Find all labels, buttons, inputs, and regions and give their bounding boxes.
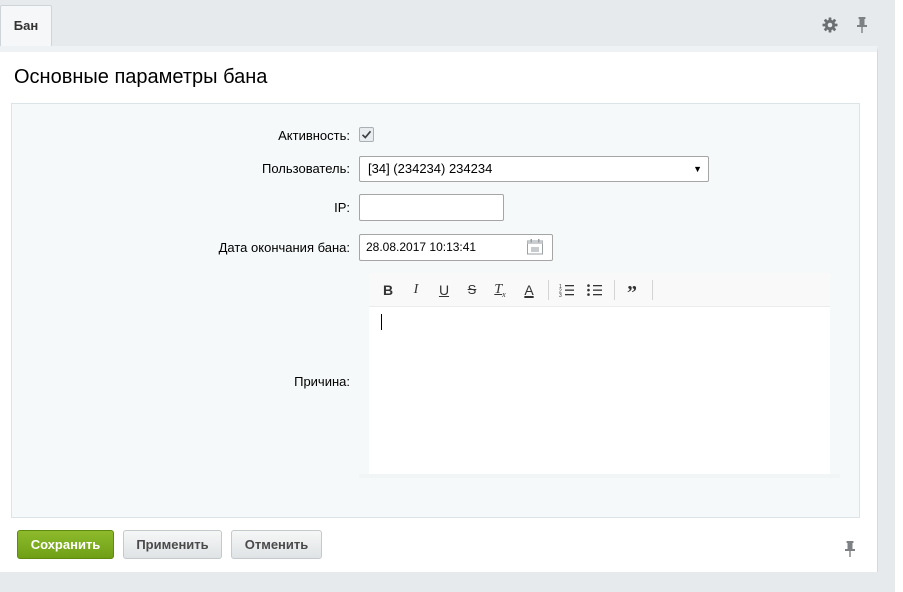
toolbar-separator <box>548 280 549 300</box>
ban-end-date-input[interactable]: 28.08.2017 10:13:41 <box>359 234 553 261</box>
underline-button[interactable]: U <box>433 279 455 301</box>
italic-button[interactable]: I <box>405 279 427 301</box>
font-color-button[interactable]: A <box>518 279 540 301</box>
editor-toolbar: B I U S Tx A 1 2 3 ” <box>369 273 830 307</box>
reason-label: Причина: <box>294 374 350 389</box>
toolbar-separator <box>614 280 615 300</box>
remove-format-button[interactable]: Tx <box>489 279 511 301</box>
unordered-list-icon[interactable] <box>584 279 606 301</box>
save-button[interactable]: Сохранить <box>17 530 114 559</box>
pin-icon[interactable] <box>842 540 858 558</box>
pin-icon[interactable] <box>853 16 871 34</box>
strikethrough-button[interactable]: S <box>461 279 483 301</box>
text-cursor <box>381 314 382 330</box>
tab-ban[interactable]: Бан <box>0 5 52 46</box>
active-checkbox[interactable] <box>359 127 374 142</box>
user-label: Пользователь: <box>262 161 350 176</box>
ordered-list-icon[interactable]: 1 2 3 <box>556 279 578 301</box>
window-edge <box>895 0 903 592</box>
user-select-value: [34] (234234) 234234 <box>368 161 493 176</box>
dropdown-arrow-icon: ▼ <box>693 164 702 174</box>
gear-icon[interactable] <box>821 16 839 34</box>
cancel-button[interactable]: Отменить <box>231 530 322 559</box>
apply-button[interactable]: Применить <box>123 530 222 559</box>
toolbar-separator <box>652 280 653 300</box>
svg-text:3: 3 <box>559 293 562 299</box>
ban-end-date-value: 28.08.2017 10:13:41 <box>366 240 477 254</box>
active-label: Активность: <box>278 128 350 143</box>
checkmark-icon <box>361 130 372 139</box>
reason-editor[interactable]: B I U S Tx A 1 2 3 ” <box>369 273 830 474</box>
ip-input[interactable] <box>359 194 504 221</box>
quote-button[interactable]: ” <box>621 279 643 304</box>
page-title: Основные параметры бана <box>14 66 268 88</box>
ban-end-label: Дата окончания бана: <box>218 240 350 255</box>
calendar-icon[interactable] <box>526 238 544 256</box>
ip-label: IP: <box>334 200 350 215</box>
tab-bar: Бан <box>0 0 878 46</box>
editor-resize-bar <box>359 474 840 478</box>
user-select[interactable]: [34] (234234) 234234 ▼ <box>359 156 709 182</box>
bold-button[interactable]: B <box>377 279 399 301</box>
